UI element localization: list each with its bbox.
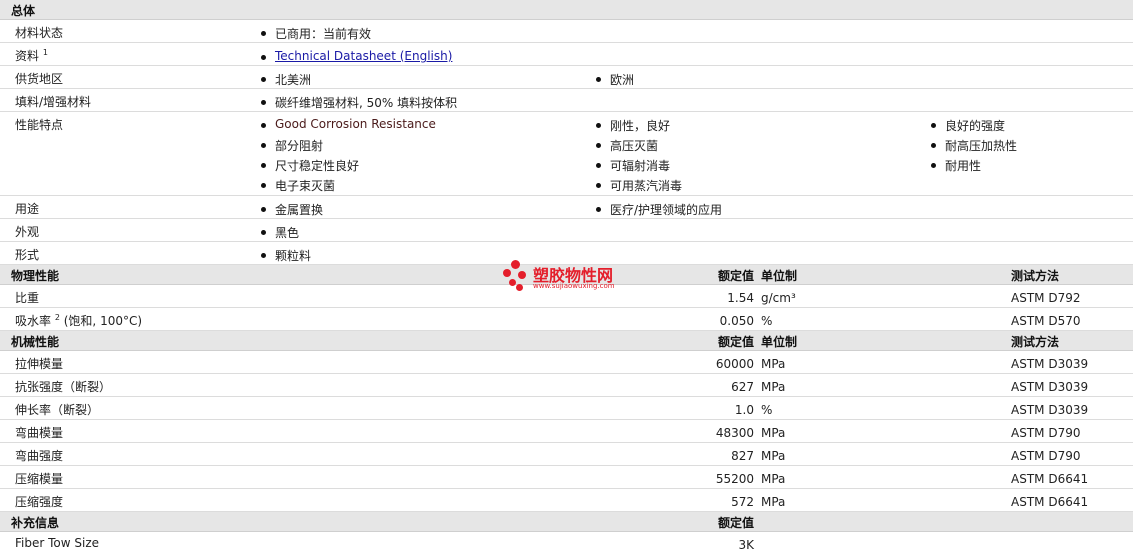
property-value: 1.0	[734, 403, 754, 417]
list-item: 尺寸稳定性良好	[260, 159, 360, 173]
row-appearance: 外观 黑色	[0, 219, 1133, 242]
list-item: 黑色	[260, 226, 300, 240]
logo-dot-icon	[518, 271, 526, 279]
datasheet-page: 总体 材料状态 已商用：当前有效 资料 1 Technical Datashee…	[0, 0, 1133, 554]
test-method: ASTM D6641	[1011, 472, 1089, 486]
column-header-unit: 单位制	[761, 335, 798, 349]
row-uses: 用途 金属置换 医疗/护理领域的应用	[0, 196, 1133, 219]
property-label: Fiber Tow Size	[15, 536, 100, 550]
table-row: 抗张强度（断裂） 627 MPa ASTM D3039	[0, 374, 1133, 397]
row-features: 性能特点 Good Corrosion Resistance 部分阻射 尺寸稳定…	[0, 112, 1133, 196]
property-value: 627	[731, 380, 754, 394]
list-item: 碳纤维增强材料, 50% 填料按体积	[260, 96, 458, 110]
table-row: 弯曲强度 827 MPa ASTM D790	[0, 443, 1133, 466]
property-value: 827	[731, 449, 754, 463]
table-row: 压缩模量 55200 MPa ASTM D6641	[0, 466, 1133, 489]
property-value: 0.050	[719, 314, 754, 328]
list-item: Good Corrosion Resistance	[261, 117, 436, 131]
column-header-unit: 单位制	[761, 269, 798, 283]
list-item: 部分阻射	[260, 139, 324, 153]
table-row: 拉伸模量 60000 MPa ASTM D3039	[0, 351, 1133, 374]
property-unit: MPa	[761, 426, 786, 440]
section-title: 总体	[11, 4, 36, 18]
row-filler: 填料/增强材料 碳纤维增强材料, 50% 填料按体积	[0, 89, 1133, 112]
property-value: 60000	[715, 357, 754, 371]
watermark-logo: 塑胶物性网 www.sujiaowuxing.com	[503, 260, 643, 296]
property-label: 拉伸模量	[15, 357, 64, 371]
section-header-supplemental: 补充信息 额定值	[0, 512, 1133, 532]
table-row: 弯曲模量 48300 MPa ASTM D790	[0, 420, 1133, 443]
list-item: 可辐射消毒	[595, 159, 671, 173]
list-item: 医疗/护理领域的应用	[595, 203, 723, 217]
test-method: ASTM D3039	[1011, 357, 1089, 371]
section-header-mechanical: 机械性能 额定值 单位制 测试方法	[0, 331, 1133, 351]
property-unit: MPa	[761, 449, 786, 463]
column-header-method: 测试方法	[1011, 335, 1060, 349]
property-unit: MPa	[761, 472, 786, 486]
property-value: 3K	[738, 538, 754, 552]
table-row: Fiber Tow Size 3K	[0, 532, 1133, 554]
technical-datasheet-link[interactable]: Technical Datasheet (English)	[260, 49, 452, 63]
section-title: 补充信息	[11, 516, 60, 530]
watermark-text-en: www.sujiaowuxing.com	[533, 282, 615, 290]
logo-dot-icon	[516, 284, 523, 291]
property-value: 572	[731, 495, 754, 509]
list-item: 北美洲	[260, 73, 312, 87]
property-unit: MPa	[761, 495, 786, 509]
list-item: 欧洲	[595, 73, 635, 87]
row-documents: 资料 1 Technical Datasheet (English)	[0, 43, 1133, 66]
property-label: 压缩强度	[15, 495, 64, 509]
table-row: 吸水率 2 (饱和, 100°C) 0.050 % ASTM D570	[0, 308, 1133, 331]
property-label: 比重	[15, 291, 40, 305]
logo-dot-icon	[503, 269, 511, 277]
row-availability: 供货地区 北美洲 欧洲	[0, 66, 1133, 89]
list-item: 耐用性	[930, 159, 982, 173]
list-item: 刚性，良好	[595, 119, 671, 133]
test-method: ASTM D790	[1011, 426, 1081, 440]
logo-dot-icon	[511, 260, 520, 269]
section-title: 物理性能	[11, 269, 60, 283]
test-method: ASTM D790	[1011, 449, 1081, 463]
property-label: 弯曲强度	[15, 449, 64, 463]
list-item: 已商用：当前有效	[260, 27, 372, 41]
list-item: 可用蒸汽消毒	[595, 179, 683, 193]
section-title: 机械性能	[11, 335, 60, 349]
property-unit: %	[761, 314, 773, 328]
property-unit: MPa	[761, 380, 786, 394]
table-row: 压缩强度 572 MPa ASTM D6641	[0, 489, 1133, 512]
test-method: ASTM D570	[1011, 314, 1081, 328]
test-method: ASTM D3039	[1011, 403, 1089, 417]
test-method: ASTM D792	[1011, 291, 1081, 305]
property-value: 48300	[715, 426, 754, 440]
section-header-general: 总体	[0, 0, 1133, 20]
row-material-status: 材料状态 已商用：当前有效	[0, 20, 1133, 43]
property-unit: MPa	[761, 357, 786, 371]
list-item: 颗粒料	[260, 249, 312, 263]
property-unit: %	[761, 403, 773, 417]
test-method: ASTM D6641	[1011, 495, 1089, 509]
test-method: ASTM D3039	[1011, 380, 1089, 394]
table-row: 伸长率（断裂） 1.0 % ASTM D3039	[0, 397, 1133, 420]
property-label: 弯曲模量	[15, 426, 64, 440]
property-label: 伸长率（断裂）	[15, 403, 100, 417]
list-item: 金属置换	[260, 203, 324, 217]
list-item: 高压灭菌	[595, 139, 659, 153]
property-label: 吸水率 2 (饱和, 100°C)	[15, 313, 143, 328]
property-label: 压缩模量	[15, 472, 64, 486]
logo-dot-icon	[509, 279, 516, 286]
list-item: 良好的强度	[930, 119, 1006, 133]
list-item: 耐高压加热性	[930, 139, 1018, 153]
list-item: 电子束灭菌	[260, 179, 336, 193]
column-header-value: 额定值	[717, 335, 754, 349]
property-value: 55200	[715, 472, 754, 486]
property-unit: g/cm³	[761, 291, 796, 305]
property-label: 抗张强度（断裂）	[15, 380, 112, 394]
column-header-value: 额定值	[717, 516, 754, 530]
column-header-method: 测试方法	[1011, 269, 1060, 283]
